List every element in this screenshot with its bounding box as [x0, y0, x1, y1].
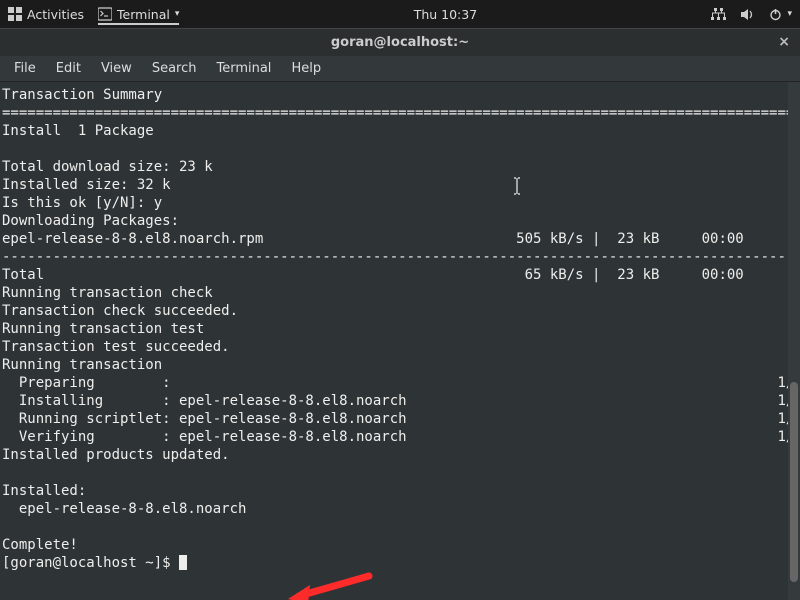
- clock[interactable]: Thu 10:37: [414, 7, 477, 22]
- term-line: Install 1 Package: [2, 123, 154, 139]
- term-line: Transaction check succeeded.: [2, 303, 238, 319]
- term-line: Running scriptlet: epel-release-8-8.el8.…: [2, 411, 800, 427]
- term-line: Transaction Summary: [2, 87, 162, 103]
- term-line: Running transaction test: [2, 321, 204, 337]
- volume-indicator[interactable]: [740, 8, 755, 21]
- window-titlebar[interactable]: goran@localhost:~ ×: [0, 28, 800, 56]
- term-line: Preparing : 1/1: [2, 375, 800, 391]
- term-line: Installed:: [2, 483, 86, 499]
- menu-file[interactable]: File: [6, 58, 44, 79]
- term-line: ========================================…: [2, 105, 800, 121]
- menu-view[interactable]: View: [93, 58, 140, 79]
- chevron-down-icon: ▾: [787, 9, 792, 19]
- term-line: epel-release-8-8.el8.noarch: [2, 501, 800, 517]
- activities-label: Activities: [27, 7, 84, 22]
- term-line: Transaction test succeeded.: [2, 339, 230, 355]
- terminal-viewport[interactable]: Transaction Summary ====================…: [0, 82, 800, 600]
- app-menu[interactable]: Terminal ▾: [98, 7, 179, 25]
- app-menu-label: Terminal: [117, 7, 170, 22]
- menubar: File Edit View Search Terminal Help: [0, 56, 800, 82]
- close-icon: ×: [778, 34, 790, 50]
- scrollbar-thumb[interactable]: [790, 382, 798, 582]
- term-line: Is this ok [y/N]: y: [2, 195, 162, 211]
- term-line: Installed size: 32 k: [2, 177, 171, 193]
- power-indicator[interactable]: ▾: [769, 8, 792, 21]
- gnome-top-bar: Activities Terminal ▾ Thu 10:37 ▾: [0, 0, 800, 28]
- window-title: goran@localhost:~: [331, 35, 469, 50]
- term-line: Running transaction check: [2, 285, 213, 301]
- term-line: Running transaction: [2, 357, 162, 373]
- clock-label: Thu 10:37: [414, 7, 477, 22]
- term-line: Installed products updated.: [2, 447, 230, 463]
- terminal-cursor: [179, 555, 187, 570]
- scrollbar[interactable]: [788, 82, 800, 600]
- term-line: Downloading Packages:: [2, 213, 179, 229]
- term-line: Total 65 kB/s | 23 kB 00:00: [2, 267, 786, 283]
- prompt-text: [goran@localhost ~]$: [2, 555, 179, 571]
- volume-icon: [740, 8, 755, 21]
- power-icon: [769, 8, 782, 21]
- menu-help[interactable]: Help: [283, 58, 329, 79]
- prompt-line: [goran@localhost ~]$: [2, 555, 187, 571]
- activities-icon: [8, 7, 22, 21]
- menu-search[interactable]: Search: [144, 58, 205, 79]
- term-line: Installing : epel-release-8-8.el8.noarch…: [2, 393, 800, 409]
- network-indicator[interactable]: [711, 8, 726, 21]
- activities-button[interactable]: Activities: [8, 7, 84, 22]
- term-line: Verifying : epel-release-8-8.el8.noarch …: [2, 429, 800, 445]
- term-line: epel-release-8-8.el8.noarch.rpm 505 kB/s…: [2, 231, 777, 247]
- network-icon: [711, 8, 726, 21]
- terminal-app-icon: [98, 7, 112, 21]
- close-button[interactable]: ×: [778, 34, 790, 50]
- term-line: Total download size: 23 k: [2, 159, 213, 175]
- menu-terminal[interactable]: Terminal: [208, 58, 279, 79]
- terminal-output[interactable]: Transaction Summary ====================…: [0, 82, 800, 600]
- menu-edit[interactable]: Edit: [48, 58, 89, 79]
- term-line: ----------------------------------------…: [2, 249, 800, 265]
- term-line: Complete!: [2, 537, 78, 553]
